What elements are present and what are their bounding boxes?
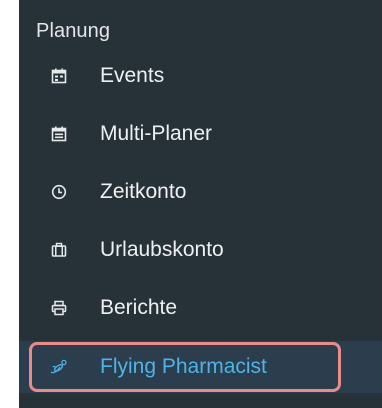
sidebar-item-multi-planer[interactable]: Multi-Planer [19, 108, 382, 160]
clock-icon [50, 183, 68, 201]
calendar-icon [50, 67, 68, 85]
calendar-multi-icon [50, 125, 68, 143]
sidebar-item-events[interactable]: Events [19, 50, 382, 102]
sidebar-item-label: Multi-Planer [100, 122, 213, 145]
pharmacy-icon [50, 358, 68, 376]
sidebar-item-zeitkonto[interactable]: Zeitkonto [19, 166, 382, 218]
sidebar-item-label: Flying Pharmacist [100, 355, 267, 378]
sidebar-item-berichte[interactable]: Berichte [19, 282, 382, 334]
sidebar-item-label: Berichte [100, 296, 178, 319]
sidebar-nav: Planung Events Multi-Planer Zeitkonto Ur… [19, 0, 382, 408]
sidebar-item-label: Events [100, 64, 165, 87]
sidebar-item-urlaubskonto[interactable]: Urlaubskonto [19, 224, 382, 276]
sidebar-item-flying-pharmacist[interactable]: Flying Pharmacist [19, 341, 382, 393]
suitcase-icon [50, 241, 68, 259]
sidebar-item-label: Urlaubskonto [100, 238, 224, 261]
section-title-planung: Planung [36, 20, 111, 42]
sidebar-item-label: Zeitkonto [100, 180, 187, 203]
printer-icon [50, 299, 68, 317]
